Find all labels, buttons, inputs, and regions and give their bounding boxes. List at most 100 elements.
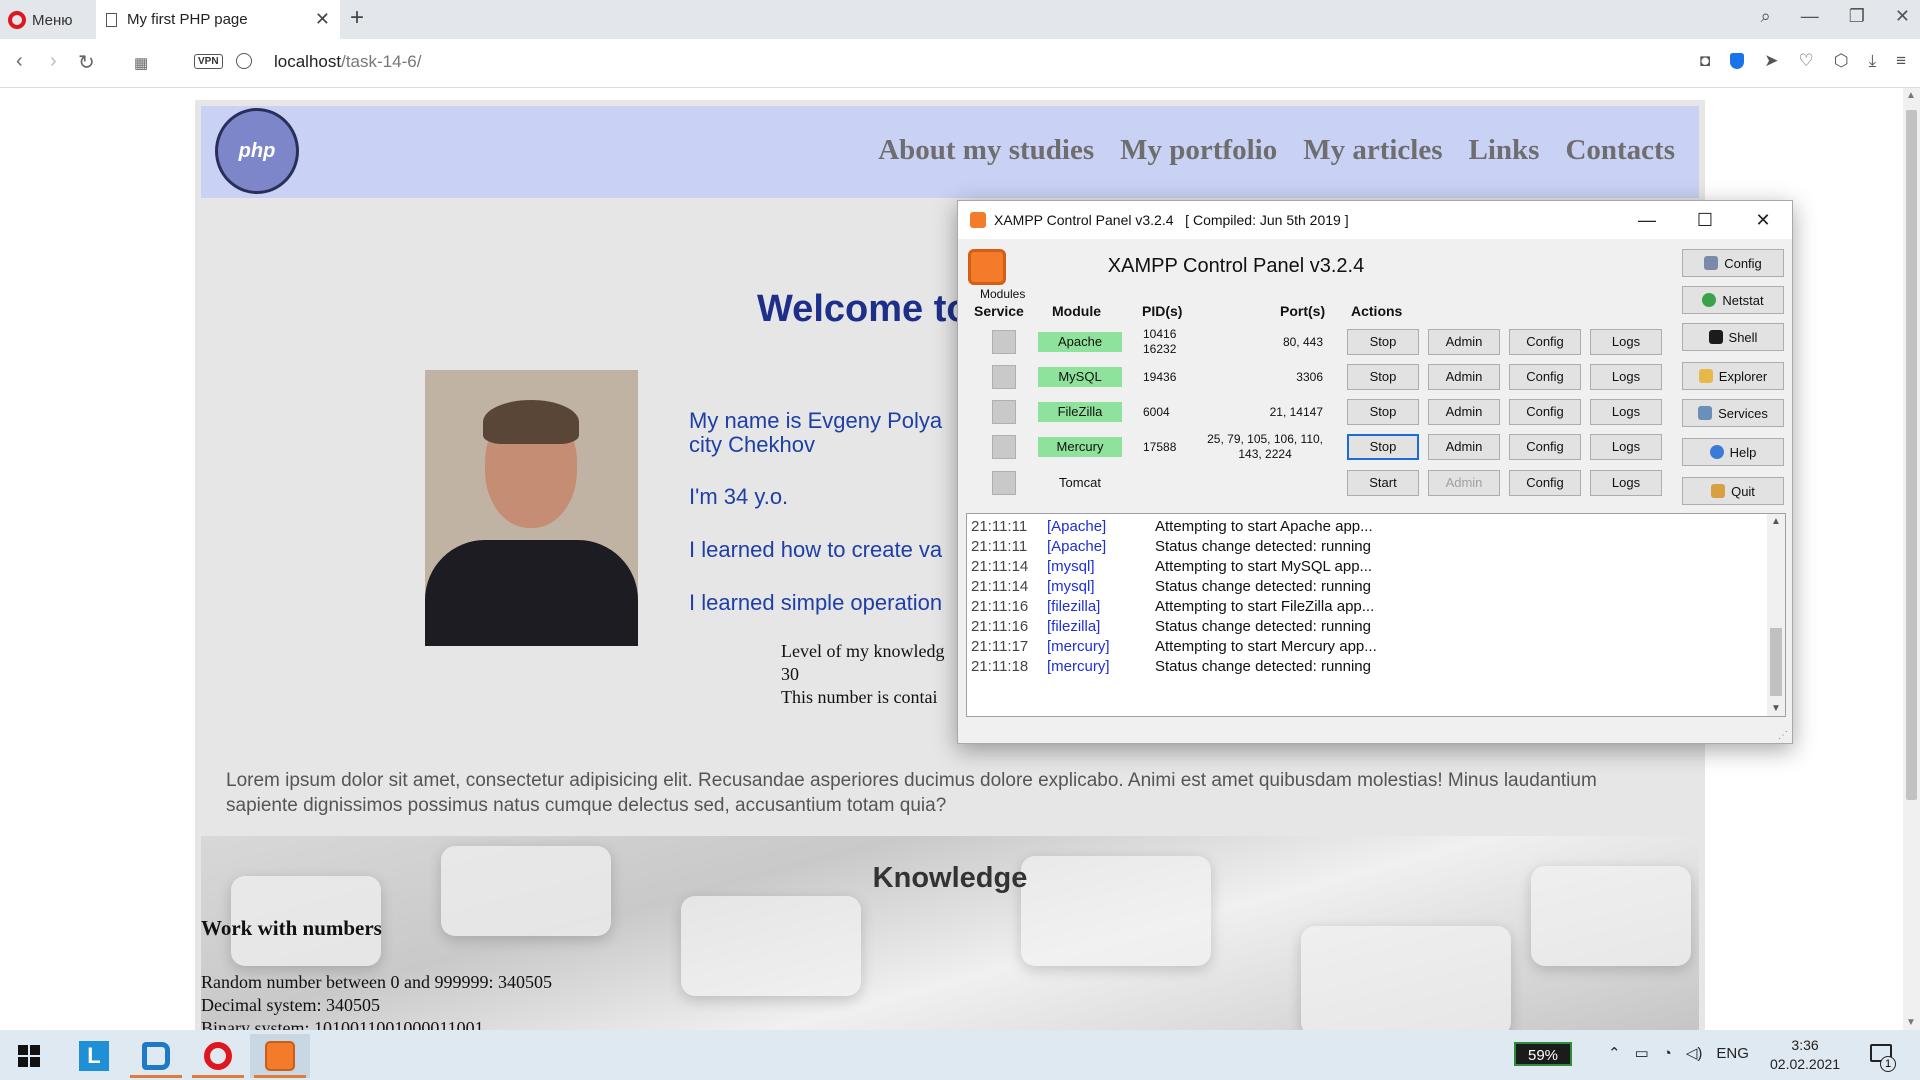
- vpn-badge[interactable]: VPN: [194, 54, 223, 69]
- browser-tab[interactable]: My first PHP page ✕: [96, 0, 340, 39]
- taskbar-app-opera[interactable]: [188, 1034, 248, 1078]
- tab-grid-icon[interactable]: ▦: [134, 54, 148, 72]
- log-time: 21:11:18: [971, 658, 1029, 675]
- close-icon[interactable]: ✕: [1895, 6, 1910, 27]
- page-scrollbar[interactable]: ▲ ▼: [1903, 88, 1920, 1030]
- service-checkbox[interactable]: [992, 435, 1016, 459]
- log-time: 21:11:16: [971, 618, 1029, 635]
- scroll-down-icon[interactable]: ▼: [1771, 703, 1781, 714]
- adblock-shield-icon[interactable]: [1730, 53, 1745, 69]
- download-icon[interactable]: ⤓: [1869, 51, 1877, 71]
- toolbar-icons: ◘ ➤ ♡ ⬡ ⤓ ≡: [1700, 51, 1906, 71]
- taskbar-app-vscode[interactable]: [126, 1034, 186, 1078]
- camera-icon[interactable]: ◘: [1700, 51, 1710, 71]
- nav-contacts[interactable]: Contacts: [1565, 134, 1675, 167]
- log-time: 21:11:14: [971, 558, 1029, 575]
- send-icon[interactable]: ➤: [1764, 51, 1778, 71]
- settings-menu-icon[interactable]: ≡: [1896, 51, 1906, 71]
- battery-indicator[interactable]: 59%: [1514, 1042, 1572, 1066]
- taskbar-app-xampp[interactable]: [250, 1034, 310, 1078]
- nav-portfolio[interactable]: My portfolio: [1120, 134, 1277, 167]
- url-field[interactable]: localhost/task-14-6/: [274, 52, 421, 72]
- xampp-titlebar[interactable]: XAMPP Control Panel v3.2.4 [ Compiled: J…: [958, 201, 1792, 239]
- config-button[interactable]: Config: [1509, 470, 1581, 496]
- module-name: Mercury: [1038, 437, 1122, 457]
- logs-button[interactable]: Logs: [1590, 364, 1662, 390]
- config-button[interactable]: Config: [1509, 399, 1581, 425]
- stop-button[interactable]: Stop: [1347, 329, 1419, 355]
- wifi-icon[interactable]: ◔: [1663, 1045, 1672, 1062]
- logs-button[interactable]: Logs: [1590, 434, 1662, 460]
- config-button[interactable]: Config: [1509, 364, 1581, 390]
- xampp-small-icon: [970, 212, 986, 228]
- log-scrollbar-thumb[interactable]: [1770, 628, 1782, 696]
- resize-grip-icon[interactable]: ⋰: [1778, 730, 1788, 741]
- back-icon[interactable]: ‹: [16, 50, 23, 73]
- minimize-icon[interactable]: —: [1801, 6, 1819, 27]
- cube-icon[interactable]: ⬡: [1834, 51, 1849, 71]
- restore-icon[interactable]: ❐: [1849, 6, 1865, 27]
- start-button[interactable]: Start: [1347, 470, 1419, 496]
- config-button[interactable]: Config: [1509, 434, 1581, 460]
- scroll-up-icon[interactable]: ▲: [1771, 516, 1781, 527]
- admin-button[interactable]: Admin: [1428, 364, 1500, 390]
- scroll-down-icon[interactable]: ▼: [1906, 1017, 1916, 1028]
- photo-shirt: [425, 540, 638, 646]
- logs-button[interactable]: Logs: [1590, 470, 1662, 496]
- logs-button[interactable]: Logs: [1590, 399, 1662, 425]
- taskbar-app-l[interactable]: L: [64, 1034, 124, 1078]
- nav-about[interactable]: About my studies: [878, 134, 1094, 167]
- language-indicator[interactable]: ENG: [1716, 1045, 1749, 1062]
- side-help-button[interactable]: Help: [1682, 438, 1784, 466]
- side-netstat-button[interactable]: Netstat: [1682, 286, 1784, 314]
- logs-button[interactable]: Logs: [1590, 329, 1662, 355]
- admin-button[interactable]: Admin: [1428, 434, 1500, 460]
- service-checkbox[interactable]: [992, 471, 1016, 495]
- side-shell-button[interactable]: Shell: [1682, 323, 1784, 351]
- service-checkbox[interactable]: [992, 330, 1016, 354]
- bio-name: My name is Evgeny Polya: [689, 408, 943, 433]
- xampp-log-panel[interactable]: 21:11:11 [Apache] Attempting to start Apac…: [966, 513, 1786, 717]
- chevron-up-icon[interactable]: ⌃: [1608, 1044, 1621, 1062]
- stop-button[interactable]: Stop: [1347, 434, 1419, 460]
- volume-icon[interactable]: ◁): [1686, 1044, 1703, 1062]
- side-services-button[interactable]: Services: [1682, 399, 1784, 427]
- config-button[interactable]: Config: [1509, 329, 1581, 355]
- side-explorer-button[interactable]: Explorer: [1682, 362, 1784, 390]
- log-scrollbar[interactable]: ▲ ▼: [1767, 514, 1785, 716]
- tab-close-icon[interactable]: ✕: [315, 9, 330, 30]
- knowledge-heading: Knowledge: [872, 862, 1028, 894]
- address-bar: ‹ › ↻ ▦ VPN localhost/task-14-6/ ◘ ➤ ♡ ⬡…: [0, 39, 1920, 88]
- header-module: Module: [1052, 303, 1101, 319]
- stop-button[interactable]: Stop: [1347, 364, 1419, 390]
- maximize-icon[interactable]: ☐: [1676, 201, 1734, 239]
- service-checkbox[interactable]: [992, 400, 1016, 424]
- service-checkbox[interactable]: [992, 365, 1016, 389]
- reload-icon[interactable]: ↻: [78, 50, 95, 75]
- admin-button[interactable]: Admin: [1428, 399, 1500, 425]
- module-pid: 10416 16232: [1143, 327, 1177, 356]
- admin-button[interactable]: Admin: [1428, 329, 1500, 355]
- battery-icon[interactable]: ▭: [1635, 1044, 1649, 1062]
- opera-menu-button[interactable]: Меню: [8, 8, 73, 32]
- nav-links[interactable]: Links: [1469, 134, 1540, 167]
- stop-button[interactable]: Stop: [1347, 399, 1419, 425]
- search-icon[interactable]: ⌕: [1761, 6, 1771, 27]
- scrollbar-thumb[interactable]: [1906, 110, 1917, 800]
- new-tab-button[interactable]: +: [350, 4, 364, 32]
- heart-icon[interactable]: ♡: [1798, 51, 1813, 71]
- scroll-up-icon[interactable]: ▲: [1906, 90, 1916, 101]
- minimize-icon[interactable]: —: [1618, 201, 1676, 239]
- terminal-icon: [1708, 330, 1723, 344]
- module-name: MySQL: [1038, 367, 1122, 387]
- forward-icon[interactable]: ›: [50, 50, 57, 73]
- side-quit-button[interactable]: Quit: [1682, 477, 1784, 505]
- side-config-button[interactable]: Config: [1682, 249, 1784, 277]
- close-icon[interactable]: ✕: [1734, 201, 1792, 239]
- php-logo[interactable]: php: [215, 108, 299, 194]
- start-button[interactable]: [18, 1045, 40, 1067]
- side-explorer-label: Explorer: [1718, 368, 1768, 384]
- xampp-window-title: XAMPP Control Panel v3.2.4 [ Compiled: J…: [994, 212, 1349, 228]
- taskbar-clock[interactable]: 3:36 02.02.2021: [1770, 1036, 1840, 1074]
- nav-articles[interactable]: My articles: [1303, 134, 1442, 167]
